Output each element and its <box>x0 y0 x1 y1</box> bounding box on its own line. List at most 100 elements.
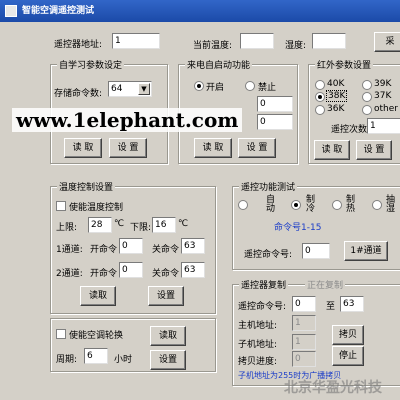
temp-control-legend: 温度控制设置 <box>57 180 116 193</box>
ch2-on-label: 开命令 <box>90 269 118 279</box>
power-restore-legend: 来电自启动功能 <box>185 58 253 71</box>
temp-label: 当前温度: <box>193 41 233 51</box>
ir-set-button[interactable]: 设 置 <box>356 140 392 160</box>
temp-control-enable-checkbox[interactable] <box>56 201 66 211</box>
ir-40k-label: 40K <box>327 79 345 89</box>
mode-cool-label: 制冷 <box>306 195 316 214</box>
ir-36k-label: 36K <box>327 104 345 114</box>
store-count-label: 存储命令数: <box>54 89 103 99</box>
rotation-enable-checkbox[interactable] <box>56 329 66 339</box>
ch1-on-label: 开命令 <box>90 245 118 255</box>
ir-38k-radio[interactable] <box>315 92 325 102</box>
remote-cmd-field[interactable]: 0 <box>302 243 330 259</box>
collect-button[interactable]: 采 <box>374 32 400 52</box>
ch1-off-label: 关命令 <box>152 245 180 255</box>
ir-40k-radio[interactable] <box>315 80 325 90</box>
mode-dehumidify-radio[interactable] <box>372 200 382 210</box>
humidity-label: 湿度: <box>285 41 307 51</box>
rotation-set-button[interactable]: 设置 <box>150 350 186 370</box>
power-off-radio[interactable] <box>245 81 255 91</box>
self-learn-legend: 自学习参数设定 <box>57 58 125 71</box>
ch2-on-field[interactable]: 0 <box>119 262 143 278</box>
rotation-enable-label: 使能空调轮换 <box>69 331 124 341</box>
ir-37k-radio[interactable] <box>362 92 372 102</box>
copy-cmd-label: 遥控命令号: <box>238 302 287 312</box>
slave-addr-label: 子机地址: <box>238 340 278 350</box>
copy-button[interactable]: 拷贝 <box>332 325 364 345</box>
watermark-company: 北京华盈光科技 <box>284 380 382 396</box>
self-learn-set-button[interactable]: 设 置 <box>109 138 147 158</box>
remote-cmd-label: 遥控命令号: <box>244 250 293 260</box>
lower-limit-unit: ℃ <box>178 219 189 229</box>
remote-addr-field[interactable]: 1 <box>112 33 160 49</box>
store-count-select[interactable]: 64 ▼ <box>108 81 152 97</box>
mode-cool-radio[interactable] <box>291 200 301 210</box>
store-count-value: 64 <box>111 84 123 94</box>
self-learn-read-button[interactable]: 读 取 <box>64 138 102 158</box>
watermark-site: www.1elephant.com <box>12 108 243 132</box>
cmd-range-hint: 命令号1-15 <box>274 223 322 233</box>
app-icon <box>5 5 17 17</box>
ch2-off-label: 关命令 <box>152 269 180 279</box>
ir-count-field[interactable]: 1 <box>367 118 400 134</box>
power-restore-set-button[interactable]: 设 置 <box>238 138 276 158</box>
ch1-on-field[interactable]: 0 <box>119 238 143 254</box>
ir-39k-radio[interactable] <box>362 80 372 90</box>
power-restore-field-1[interactable]: 0 <box>257 96 293 112</box>
stop-button[interactable]: 停止 <box>332 346 364 366</box>
host-addr-label: 主机地址: <box>238 321 278 331</box>
ir-37k-label: 37K <box>374 91 392 101</box>
mode-heat-label: 制热 <box>346 195 356 214</box>
lower-limit-label: 下限: <box>130 223 152 233</box>
period-label: 周期: <box>56 355 78 365</box>
lower-limit-field[interactable]: 16 <box>152 217 176 233</box>
copy-cmd-to-field[interactable]: 63 <box>340 296 364 312</box>
chevron-down-icon[interactable]: ▼ <box>138 83 150 95</box>
ch2-label: 2通道: <box>56 269 83 279</box>
period-unit: 小时 <box>114 355 133 365</box>
window-title: 智能空调遥控测试 <box>22 6 95 16</box>
ir-count-label: 遥控次数: <box>331 125 371 135</box>
ir-other-radio[interactable] <box>362 105 372 115</box>
ir-other-label: other <box>374 104 398 114</box>
ir-params-legend: 红外参数设置 <box>315 58 374 71</box>
remote-copy-legend: 遥控器复制 <box>239 278 289 291</box>
ch1-label: 1通道: <box>56 245 83 255</box>
ch1-off-field[interactable]: 63 <box>181 238 205 254</box>
ir-36k-radio[interactable] <box>315 105 325 115</box>
temp-control-enable-label: 使能温度控制 <box>69 203 124 213</box>
power-off-label: 禁止 <box>258 83 277 93</box>
temp-control-read-button[interactable]: 读取 <box>80 286 116 306</box>
host-addr-field[interactable]: 1 <box>292 315 316 331</box>
ir-38k-label: 38K <box>326 90 348 102</box>
copy-progress-field: 0 <box>292 351 316 367</box>
upper-limit-field[interactable]: 28 <box>88 217 112 233</box>
remote-test-legend: 遥控功能测试 <box>239 180 298 193</box>
channel1-button[interactable]: 1#通道 <box>344 241 388 261</box>
remote-addr-label: 遥控器地址: <box>54 40 103 50</box>
upper-limit-unit: ℃ <box>114 219 125 229</box>
title-bar: 智能空调遥控测试 <box>0 0 400 22</box>
power-on-radio[interactable] <box>194 81 204 91</box>
power-restore-field-2[interactable]: 0 <box>257 114 293 130</box>
rotation-read-button[interactable]: 读取 <box>150 326 186 346</box>
mode-dehumidify-label: 抽湿 <box>386 195 396 214</box>
ir-read-button[interactable]: 读 取 <box>314 140 350 160</box>
ir-39k-label: 39K <box>374 79 392 89</box>
ch2-off-field[interactable]: 63 <box>181 262 205 278</box>
copy-progress-label: 拷贝进度: <box>238 357 278 367</box>
temp-control-set-button[interactable]: 设置 <box>148 286 184 306</box>
copy-status: 正在复制 <box>305 278 346 291</box>
power-restore-read-button[interactable]: 读 取 <box>194 138 232 158</box>
temp-field[interactable] <box>240 33 274 49</box>
period-field[interactable]: 6 <box>84 348 108 364</box>
upper-limit-label: 上限: <box>56 223 78 233</box>
mode-heat-radio[interactable] <box>332 200 342 210</box>
copy-to-label: 至 <box>326 302 336 312</box>
copy-cmd-from-field[interactable]: 0 <box>292 296 316 312</box>
power-on-label: 开启 <box>206 83 225 93</box>
mode-auto-label: 自动 <box>266 195 276 214</box>
mode-auto-radio[interactable] <box>238 200 248 210</box>
humidity-field[interactable] <box>312 33 346 49</box>
slave-addr-field[interactable]: 1 <box>292 334 316 350</box>
